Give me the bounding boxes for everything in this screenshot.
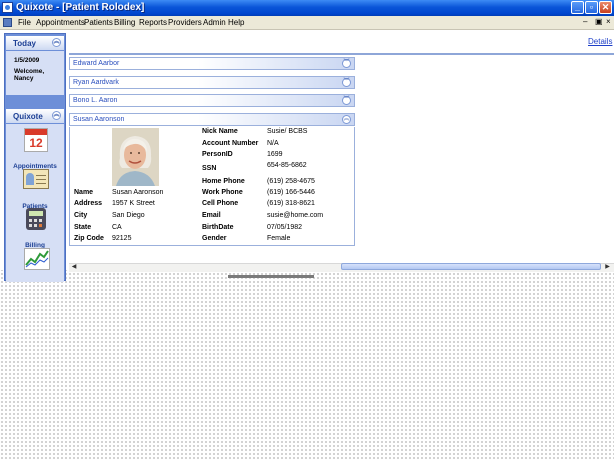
chart-icon-graphic [25,250,49,268]
patient-row[interactable]: Ryan Aardvark ︾ [69,76,355,89]
scrollbar-thumb[interactable] [341,263,601,270]
quixote-header-label: Quixote [13,112,43,121]
scroll-left-icon[interactable]: ◀ [70,263,78,271]
email-label: Email [202,212,221,219]
chevron-up-icon[interactable]: ︽ [52,38,61,47]
chevron-up-icon[interactable]: ︽ [342,115,351,124]
name-value: Susan Aaronson [112,189,164,196]
zip-code-label: Zip Code [74,235,104,242]
patient-row-expanded[interactable]: Susan Aaronson ︽ [69,113,355,126]
menu-file[interactable]: File [18,17,31,28]
ssn-label: SSN [202,165,217,172]
cell-phone-value: (619) 318-8621 [267,200,315,207]
close-icon[interactable]: ✕ [599,1,612,14]
quixote-panel: 12 Appointments Patients Billing [6,124,64,282]
person-id-label: PersonID [202,151,233,158]
name-label: Name [74,189,94,196]
patient-row[interactable]: Bono L. Aaron ︾ [69,94,355,107]
chart-icon[interactable] [24,248,50,270]
birthdate-label: BirthDate [202,224,234,231]
today-header-label: Today [13,39,36,48]
patient-name: Susan Aaronson [73,116,125,123]
menu-admin[interactable]: Admin [203,17,226,28]
mdi-restore-icon[interactable]: ▣ [595,17,603,26]
menu-bar: File Appointments Patients Billing Repor… [0,16,614,30]
today-panel: 1/5/2009 Welcome, Nancy [6,51,64,95]
address-label: Address [74,200,103,207]
today-date: 1/5/2009 [14,57,40,64]
menu-appointments[interactable]: Appointments [36,17,85,28]
ssn-value: 654-85-6862 [267,162,307,169]
patient-card-icon[interactable] [23,169,49,189]
zip-code-value: 92125 [112,235,132,242]
maximize-icon[interactable]: ▫ [585,1,598,14]
chevron-up-icon[interactable]: ︽ [52,111,61,120]
calculator-icon[interactable] [26,208,46,230]
title-bar[interactable]: Quixote - [Patient Rolodex] _ ▫ ✕ [0,0,614,16]
scroll-right-icon[interactable]: ▶ [603,263,612,271]
mdi-minimize-icon[interactable]: – [583,17,587,26]
quixote-header[interactable]: Quixote ︽ [6,109,64,123]
calendar-number: 12 [29,136,43,150]
calendar-icon[interactable]: 12 [24,128,48,152]
menu-help[interactable]: Help [228,17,244,28]
splitter-handle[interactable] [228,275,314,278]
nick-name-value: Susie/ BCBS [267,128,308,135]
nick-name-label: Nick Name [202,128,238,135]
person-id-value: 1699 [267,151,283,158]
app-icon[interactable] [2,2,13,13]
gender-value: Female [267,235,291,242]
city-label: City [74,212,88,219]
chevron-down-icon[interactable]: ︾ [342,96,351,105]
patient-photo-graphic [112,128,159,186]
work-phone-value: (619) 166-5446 [267,189,315,196]
user-name: Nancy [14,75,34,82]
home-phone-label: Home Phone [202,178,245,185]
menu-providers[interactable]: Providers [168,17,202,28]
state-value: CA [112,224,122,231]
welcome-label: Welcome, [14,68,45,75]
account-number-value: N/A [267,140,279,147]
left-navigation: Today ︽ 1/5/2009 Welcome, Nancy Quixote … [4,33,66,282]
home-phone-value: (619) 258-4675 [267,178,315,185]
patient-name: Ryan Aardvark [73,79,119,86]
cell-phone-label: Cell Phone [202,200,239,207]
document-menu-icon[interactable] [3,18,12,27]
mdi-close-icon[interactable]: × [606,17,611,26]
patient-photo [112,128,159,186]
account-number-label: Account Number [202,140,259,147]
city-value: San Diego [112,212,145,219]
today-header[interactable]: Today ︽ [6,36,64,50]
patient-name: Edward Aarbor [73,60,120,67]
menu-patients[interactable]: Patients [84,17,113,28]
state-label: State [74,224,92,231]
email-value: susie@home.com [267,212,324,219]
patient-row[interactable]: Edward Aarbor ︾ [69,57,355,70]
birthdate-value: 07/05/1982 [267,224,303,231]
menu-billing[interactable]: Billing [114,17,135,28]
address-value: 1957 K Street [112,200,155,207]
window-title: Quixote - [Patient Rolodex] [16,2,145,13]
chevron-down-icon[interactable]: ︾ [342,78,351,87]
details-link[interactable]: Details [588,37,612,46]
minimize-icon[interactable]: _ [571,1,584,14]
gender-label: Gender [202,235,227,242]
header-divider [69,53,614,55]
patient-name: Bono L. Aaron [73,97,118,104]
welcome-text: Welcome, Nancy [14,68,44,82]
work-phone-label: Work Phone [202,189,243,196]
chevron-down-icon[interactable]: ︾ [342,59,351,68]
menu-reports[interactable]: Reports [139,17,167,28]
